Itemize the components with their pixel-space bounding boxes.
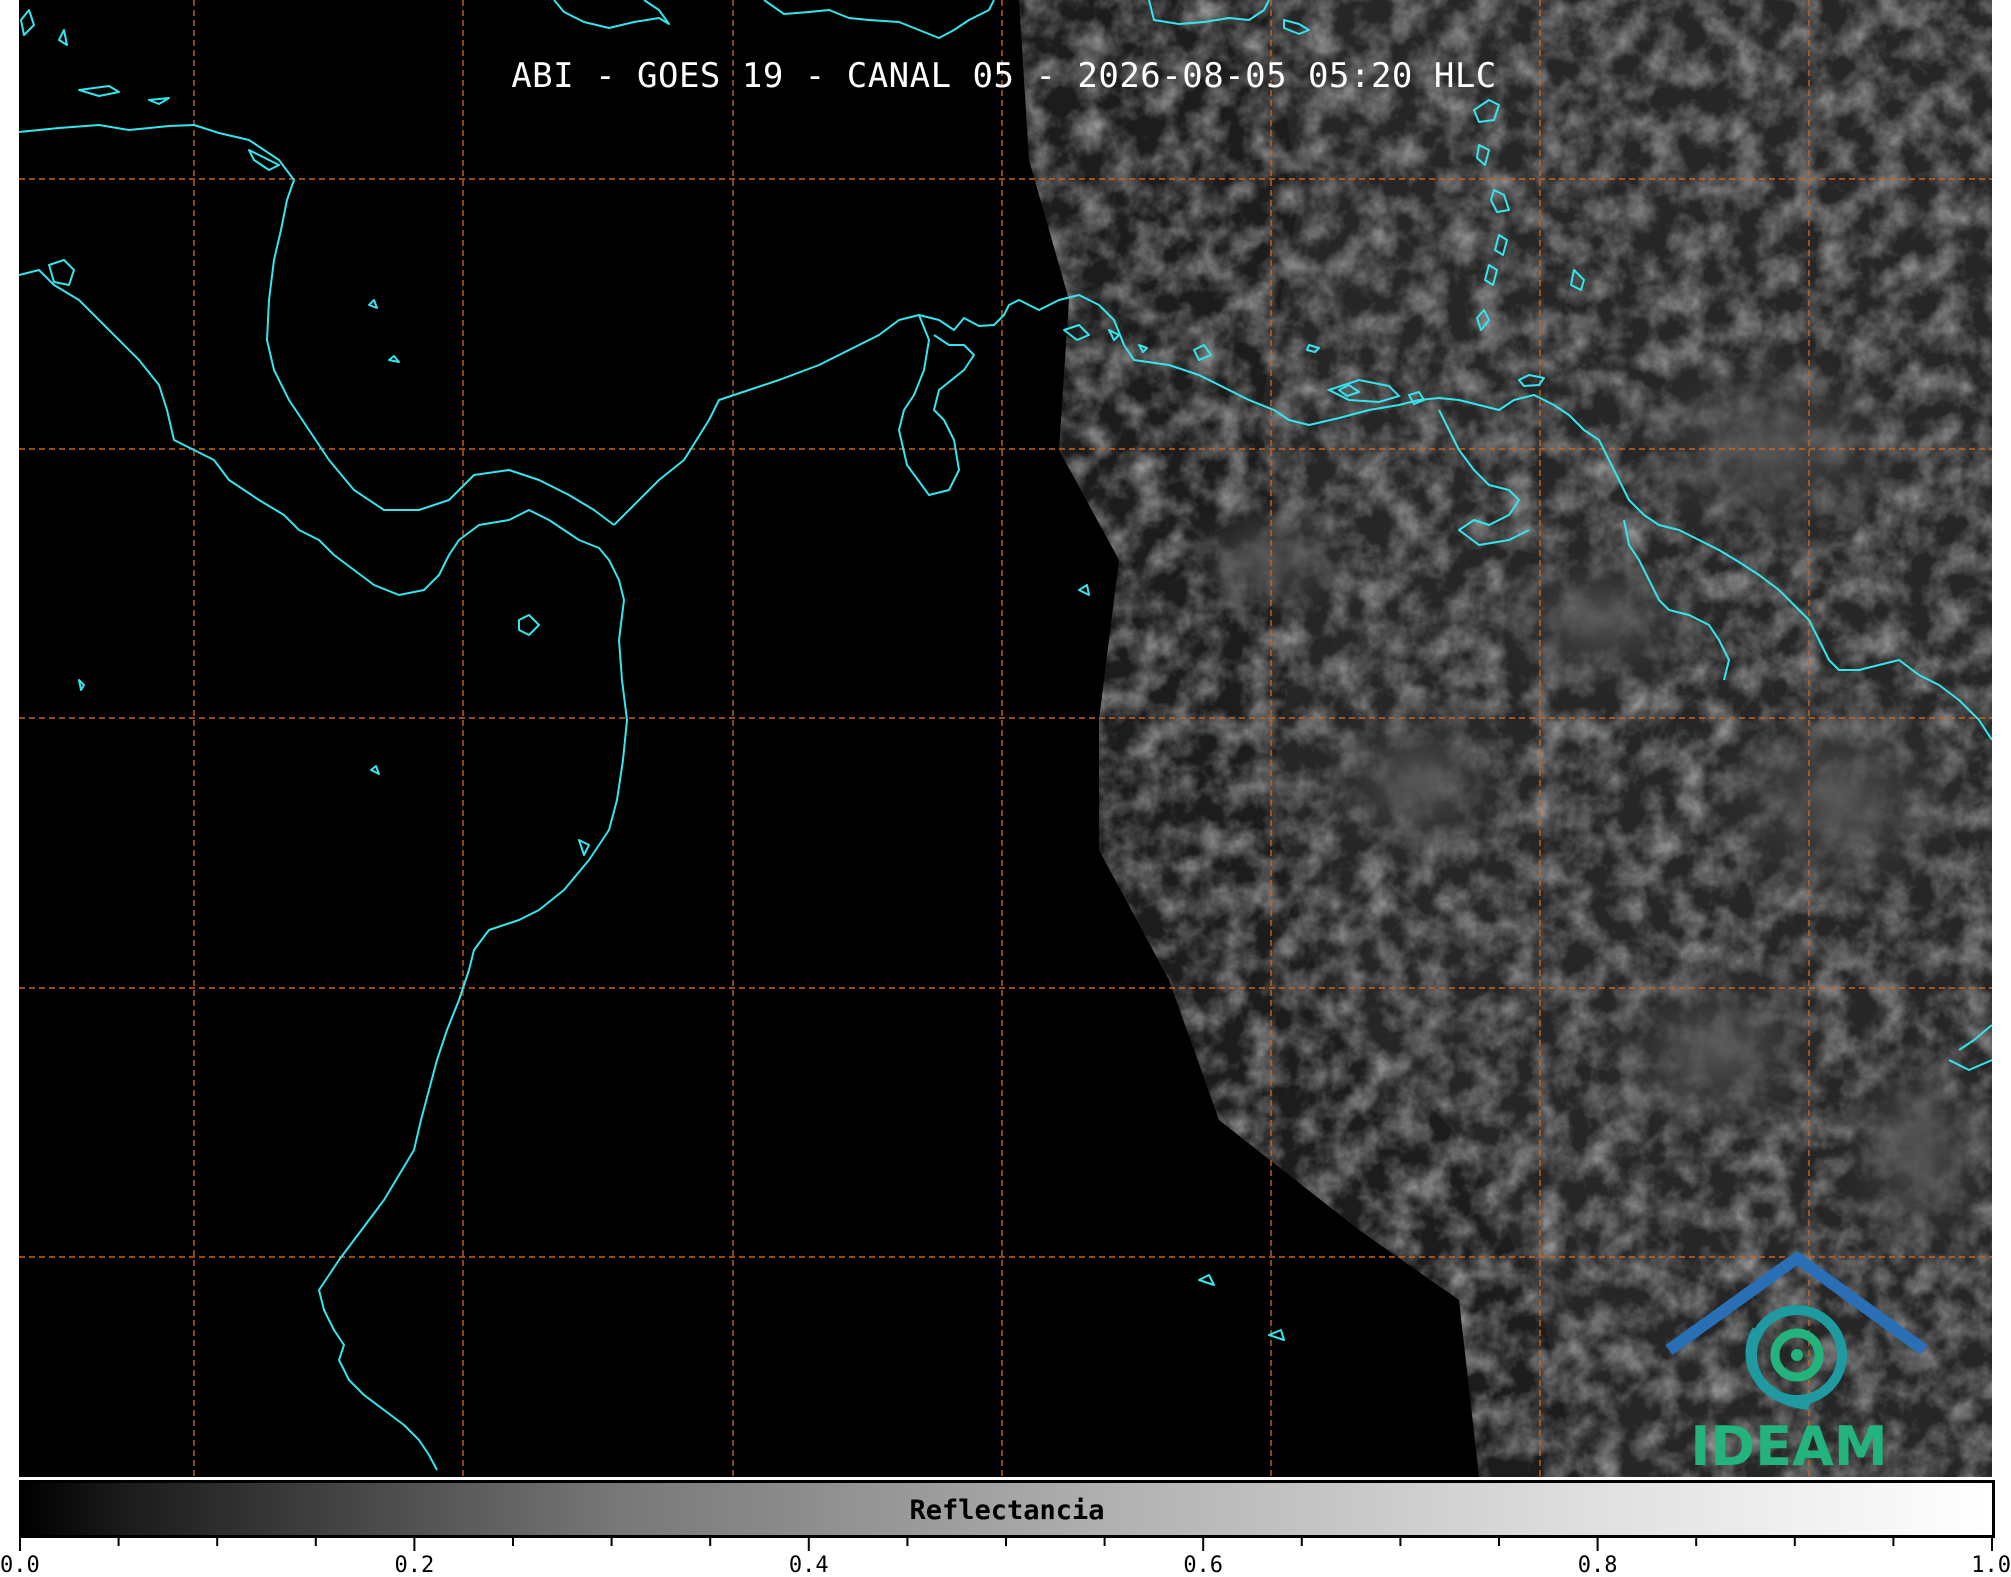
satellite-map[interactable]: ABI - GOES 19 - CANAL 05 - 2026-08-05 05… — [19, 0, 1992, 1477]
cloud-imagery-layer — [1019, 0, 1992, 1477]
colorbar-label: Reflectancia — [909, 1495, 1105, 1526]
colorbar-tick-label: 0.2 — [395, 1553, 435, 1577]
colorbar-tick-label: 0.0 — [0, 1553, 40, 1577]
logo-text: IDEAM — [1690, 1415, 1888, 1477]
colorbar-tick-label: 0.4 — [789, 1553, 829, 1577]
satellite-image-page: ABI - GOES 19 - CANAL 05 - 2026-08-05 05… — [0, 0, 2011, 1577]
colorbar-tick-label: 0.8 — [1578, 1553, 1618, 1577]
colorbar-tick-label: 0.6 — [1183, 1553, 1223, 1577]
map-layers — [19, 0, 1992, 1477]
reflectance-colorbar: Reflectancia — [19, 1480, 1995, 1538]
image-title: ABI - GOES 19 - CANAL 05 - 2026-08-05 05… — [511, 56, 1497, 96]
colorbar-tick-label: 1.0 — [1971, 1553, 2011, 1577]
